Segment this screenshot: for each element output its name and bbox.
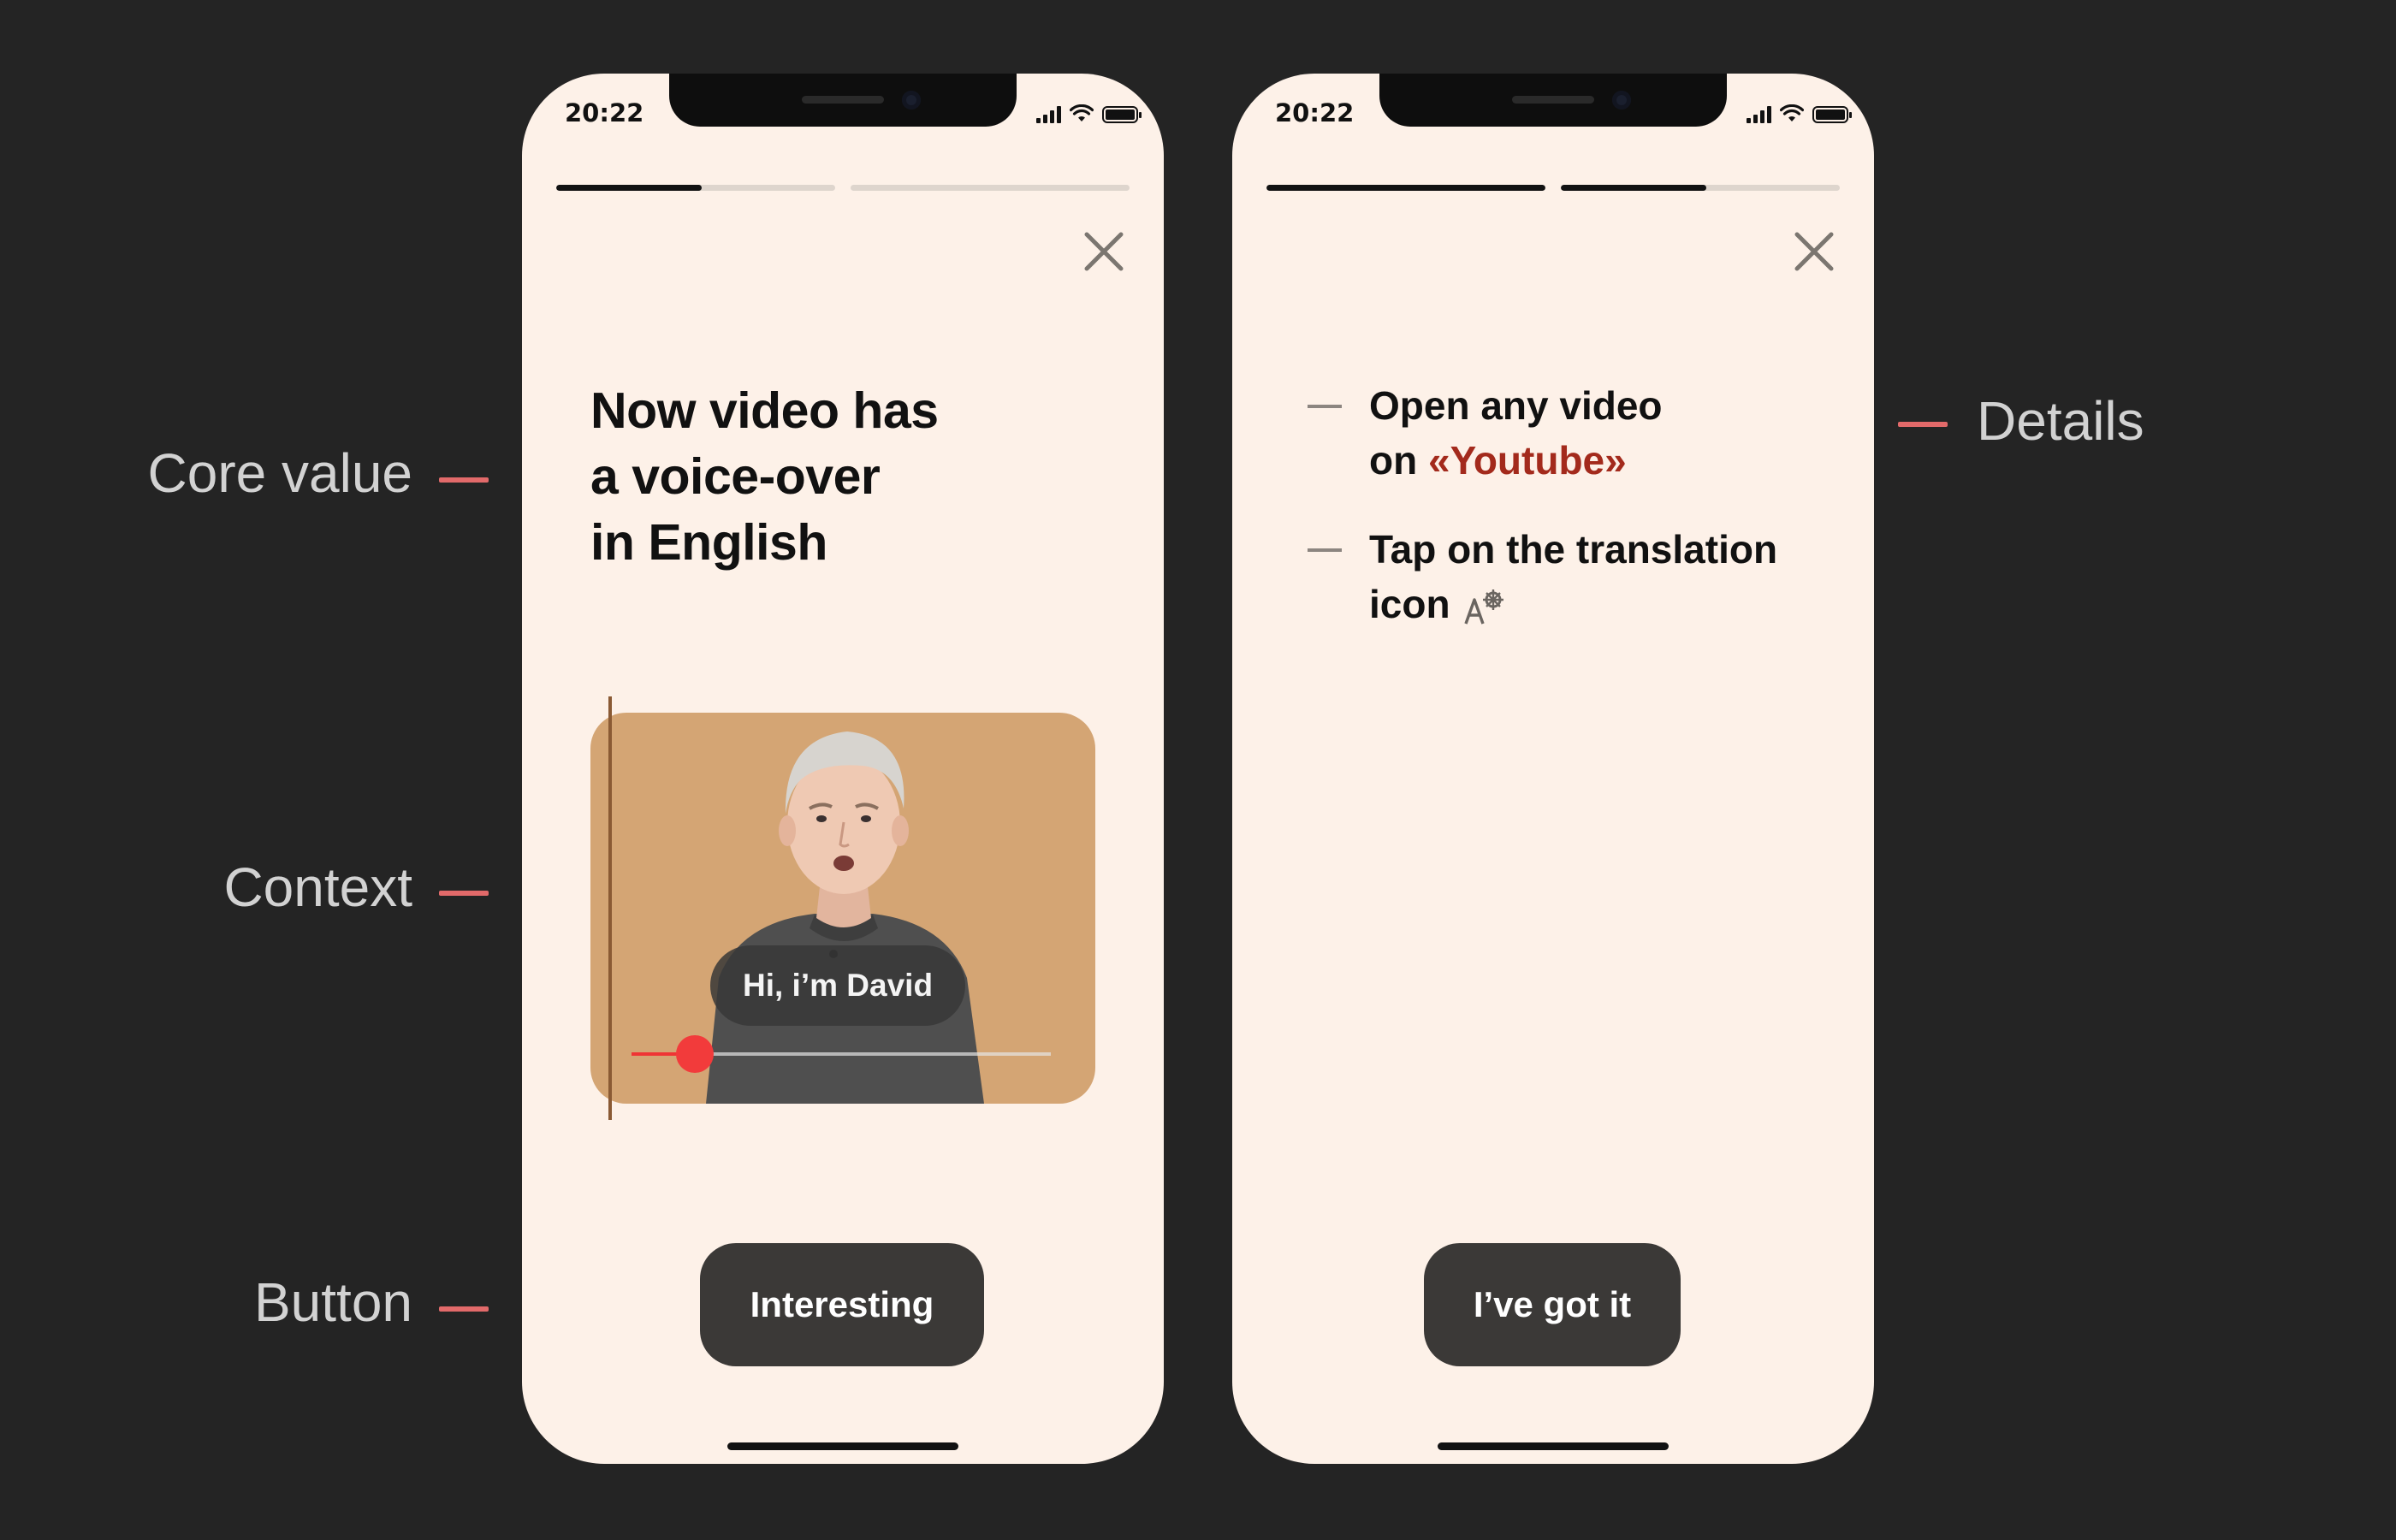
headline-line-1: Now video has (590, 382, 939, 439)
signal-icon (1036, 106, 1061, 123)
status-time: 20:22 (1275, 98, 1355, 127)
signal-icon (1747, 106, 1771, 123)
headline: Now video has a voice-over in English (590, 378, 1070, 576)
wifi-icon (1780, 104, 1804, 121)
step-1-line-2: on «Youtube» (1369, 433, 1814, 488)
annotation-dash-details (1898, 422, 1948, 427)
step-tap-translate: Tap on the translation icon (1369, 522, 1814, 631)
annotation-details: Details (1977, 390, 2144, 452)
status-icons (1747, 103, 1852, 123)
video-timeline-cursor (608, 696, 612, 1120)
got-it-button[interactable]: I’ve got it (1424, 1243, 1681, 1366)
front-camera (1612, 91, 1631, 110)
step-2-prefix: icon (1369, 582, 1450, 626)
headline-line-3: in English (590, 514, 827, 571)
annotation-context: Context (223, 856, 412, 918)
annotation-dash-button (439, 1306, 489, 1312)
video-subtitle: Hi, i’m David (710, 945, 966, 1026)
speaker-grille (802, 96, 884, 104)
battery-icon (1812, 106, 1852, 123)
step-1-prefix: on (1369, 438, 1428, 483)
close-icon[interactable] (1080, 228, 1128, 275)
front-camera (902, 91, 921, 110)
story-progress-2 (1561, 185, 1840, 191)
phone-notch (669, 74, 1017, 127)
step-1-line-1: Open any video (1369, 383, 1663, 428)
status-icons (1036, 103, 1142, 123)
annotation-button: Button (253, 1271, 412, 1333)
annotation-dash-core-value (439, 477, 489, 483)
step-bullet-1 (1308, 405, 1342, 408)
status-time: 20:22 (565, 98, 644, 127)
annotation-dash-context (439, 891, 489, 896)
annotation-core-value: Core value (147, 442, 413, 504)
youtube-link[interactable]: «Youtube» (1428, 438, 1627, 483)
home-indicator[interactable] (727, 1442, 958, 1450)
phone-notch (1379, 74, 1727, 127)
phone-screen-details: 20:22 Open any video on «Youtube» Tap on… (1232, 74, 1874, 1464)
story-progress-2 (851, 185, 1130, 191)
speaker-grille (1512, 96, 1594, 104)
video-scrubber-handle[interactable] (676, 1035, 714, 1073)
interesting-button[interactable]: Interesting (700, 1243, 984, 1366)
step-2-line-1: Tap on the translation (1369, 527, 1778, 572)
close-icon[interactable] (1790, 228, 1838, 275)
headline-line-2: a voice-over (590, 448, 881, 505)
battery-icon (1102, 106, 1142, 123)
story-progress-1 (1266, 185, 1545, 191)
step-2-line-2: icon (1369, 577, 1814, 631)
home-indicator[interactable] (1438, 1442, 1669, 1450)
video-preview[interactable]: Hi, i’m David (590, 713, 1095, 1104)
phone-screen-core-value: 20:22 Now video has a voice-over in Engl… (522, 74, 1164, 1464)
step-open-video: Open any video on «Youtube» (1369, 378, 1814, 488)
wifi-icon (1070, 104, 1094, 121)
story-progress-1 (556, 185, 835, 191)
presenter-image (706, 732, 984, 1104)
translate-icon (1463, 589, 1503, 625)
step-bullet-2 (1308, 548, 1342, 552)
